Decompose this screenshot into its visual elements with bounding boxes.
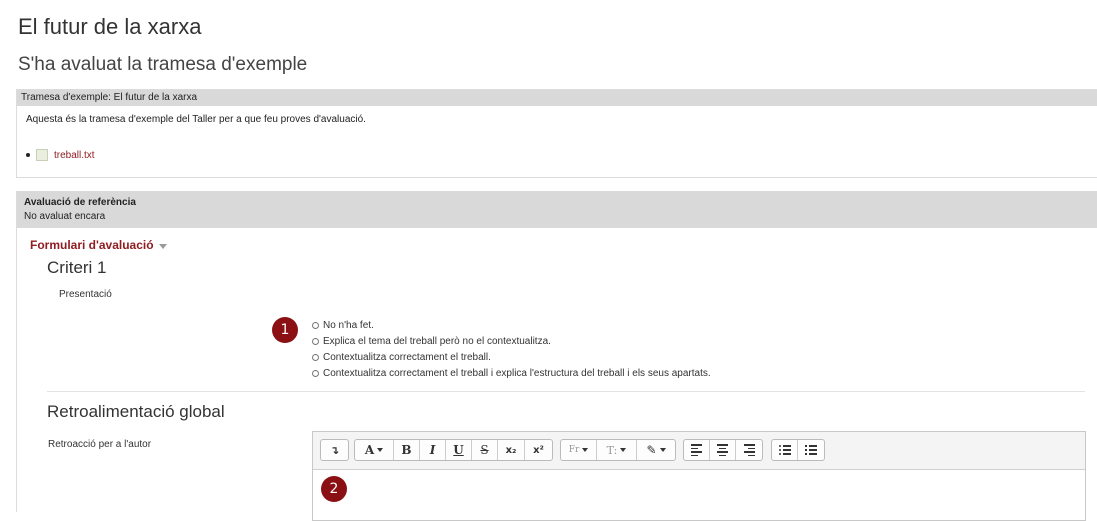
toolbar-group-align xyxy=(683,439,763,461)
toolbar-group-font: Fr T: ✎ xyxy=(560,439,676,461)
attachment-link[interactable]: treball.txt xyxy=(54,150,95,161)
radio-option[interactable]: Contextualitza correctament el treball i… xyxy=(312,365,711,381)
attachment-item: treball.txt xyxy=(26,149,95,161)
bulleted-list-button[interactable] xyxy=(772,440,798,460)
assessment-form-toggle-label: Formulari d'avaluació xyxy=(30,238,154,252)
section-divider xyxy=(47,391,1085,392)
numbered-list-icon xyxy=(805,445,817,455)
caret-down-icon xyxy=(158,243,167,249)
radio-button[interactable] xyxy=(312,321,319,329)
superscript-button[interactable]: x² xyxy=(525,440,552,460)
text-file-icon xyxy=(36,149,48,161)
feedback-title: Retroalimentació global xyxy=(47,402,225,421)
dropdown-arrow-icon xyxy=(659,448,666,452)
criterion-title: Criteri 1 xyxy=(47,258,107,277)
radio-button[interactable] xyxy=(312,369,319,377)
radio-option[interactable]: Explica el tema del treball però no el c… xyxy=(312,333,711,349)
radio-button[interactable] xyxy=(312,337,319,345)
italic-button[interactable]: I xyxy=(420,440,446,460)
marker-badge-2: 2 xyxy=(321,476,347,502)
align-left-button[interactable] xyxy=(684,440,710,460)
subscript-button[interactable]: x₂ xyxy=(498,440,525,460)
font-family-icon: Fr xyxy=(568,445,580,455)
numbered-list-button[interactable] xyxy=(798,440,824,460)
underline-button[interactable]: U xyxy=(446,440,472,460)
font-size-icon: T: xyxy=(606,443,618,457)
radio-option-label: Contextualitza correctament el treball. xyxy=(323,351,491,363)
toolbar-group-collapse: ↴ xyxy=(320,439,349,461)
assessment-form-toggle[interactable]: Formulari d'avaluació xyxy=(30,238,167,252)
radio-option-label: No n'ha fet. xyxy=(323,319,374,331)
radio-option[interactable]: No n'ha fet. xyxy=(312,317,711,333)
criterion-description: Presentació xyxy=(59,289,112,300)
brush-icon: ✎ xyxy=(646,443,657,457)
radio-option-label: Explica el tema del treball però no el c… xyxy=(323,335,551,347)
submission-header: Tramesa d'exemple: El futur de la xarxa xyxy=(17,90,1097,106)
brush-button[interactable]: ✎ xyxy=(637,440,675,460)
dropdown-arrow-icon xyxy=(620,448,627,452)
feedback-label: Retroacció per a l'autor xyxy=(48,439,152,450)
page-title: El futur de la xarxa xyxy=(18,14,202,39)
submission-content: Aquesta és la tramesa d'exemple del Tall… xyxy=(26,114,366,125)
editor-toolbar: ↴ A B I U S x₂ x² Fr T: ✎ xyxy=(313,432,1085,470)
bold-button[interactable]: B xyxy=(394,440,420,460)
align-left-icon xyxy=(691,444,702,456)
reference-assessment-header: Avaluació de referència No avaluat encar… xyxy=(17,191,1097,228)
collapse-toolbar-button[interactable]: ↴ xyxy=(321,440,348,460)
font-color-button[interactable]: A xyxy=(355,440,394,460)
page-subtitle: S'ha avaluat la tramesa d'exemple xyxy=(18,54,308,75)
marker-badge-1: 1 xyxy=(272,317,298,343)
radio-option[interactable]: Contextualitza correctament el treball. xyxy=(312,349,711,365)
reference-assessment-status: No avaluat encara xyxy=(24,211,106,222)
dropdown-arrow-icon xyxy=(582,448,589,452)
radio-option-label: Contextualitza correctament el treball i… xyxy=(323,367,711,379)
dropdown-arrow-icon xyxy=(377,448,384,452)
toolbar-group-lists xyxy=(771,439,825,461)
font-family-button[interactable]: Fr xyxy=(561,440,597,460)
align-right-button[interactable] xyxy=(736,440,762,460)
font-color-icon: A xyxy=(364,443,375,457)
radio-button[interactable] xyxy=(312,353,319,361)
reference-assessment-title: Avaluació de referència xyxy=(24,197,136,208)
align-center-button[interactable] xyxy=(710,440,736,460)
criterion-options: No n'ha fet. Explica el tema del treball… xyxy=(312,317,711,381)
toolbar-group-format: A B I U S x₂ x² xyxy=(354,439,553,461)
bulleted-list-icon xyxy=(778,445,791,455)
bullet xyxy=(26,153,30,157)
font-size-button[interactable]: T: xyxy=(597,440,637,460)
strikethrough-button[interactable]: S xyxy=(472,440,498,460)
align-right-icon xyxy=(743,444,755,456)
align-center-icon xyxy=(717,444,728,456)
